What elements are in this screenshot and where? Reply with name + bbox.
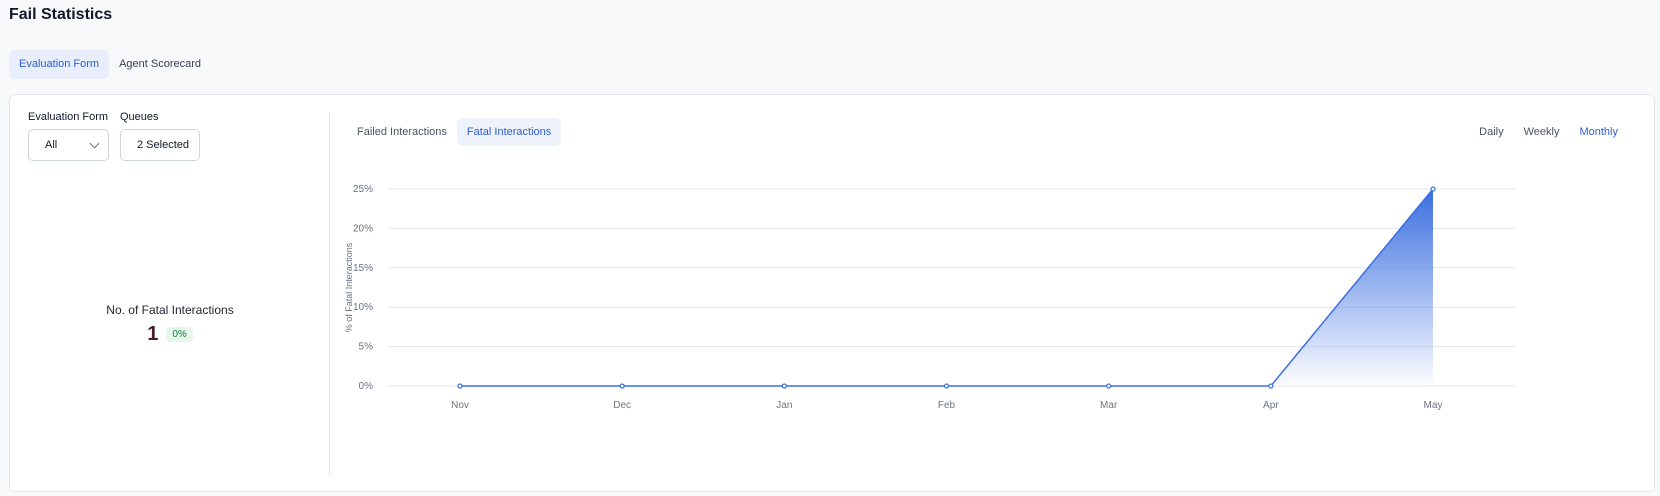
x-tick-label: Dec xyxy=(613,400,631,411)
data-point[interactable] xyxy=(1430,186,1436,192)
evaluation-form-value: All xyxy=(45,139,58,151)
y-tick-label: 15% xyxy=(353,263,373,274)
chart-pane: Failed Interactions Fatal Interactions D… xyxy=(330,95,1654,491)
evaluation-form-select[interactable]: All xyxy=(28,129,109,161)
kpi-title: No. of Fatal Interactions xyxy=(106,303,234,317)
y-tick-label: 25% xyxy=(353,184,373,195)
x-tick-label: Mar xyxy=(1100,400,1118,411)
kpi-value: 1 xyxy=(147,323,159,345)
left-pane: Evaluation Form All Queues 2 Selected No… xyxy=(10,95,330,491)
tab-agent-scorecard[interactable]: Agent Scorecard xyxy=(109,50,211,79)
queues-select[interactable]: 2 Selected xyxy=(120,129,200,161)
x-tick-label: Feb xyxy=(938,400,956,411)
y-tick-label: 0% xyxy=(359,381,374,392)
chevron-down-icon xyxy=(89,138,100,148)
queues-filter: Queues 2 Selected xyxy=(120,111,200,161)
data-point[interactable] xyxy=(1106,383,1112,389)
x-tick-label: Nov xyxy=(451,400,469,411)
x-tick-label: Apr xyxy=(1263,400,1279,411)
top-tabs: Evaluation Form Agent Scorecard xyxy=(9,50,211,79)
evaluation-form-filter: Evaluation Form All xyxy=(28,111,109,161)
data-point[interactable] xyxy=(1268,383,1274,389)
queues-label: Queues xyxy=(120,111,159,123)
fatal-interactions-chart: 0% 5% 10% 15% 20% 25% Nov Dec Jan Feb Mar Apr May % o… xyxy=(344,184,1515,411)
y-tick-label: 5% xyxy=(359,342,374,353)
data-point[interactable] xyxy=(457,383,463,389)
data-point[interactable] xyxy=(943,383,950,389)
tab-evaluation-form[interactable]: Evaluation Form xyxy=(9,50,110,79)
fatal-interactions-kpi: No. of Fatal Interactions 1 0% xyxy=(10,303,330,346)
series-area xyxy=(460,189,1433,386)
queues-value: 2 Selected xyxy=(137,139,189,151)
x-tick-label: May xyxy=(1424,400,1443,411)
data-point[interactable] xyxy=(781,383,787,389)
evaluation-form-label: Evaluation Form xyxy=(28,111,109,123)
y-tick-label: 10% xyxy=(353,302,373,313)
x-tick-label: Jan xyxy=(776,400,792,411)
kpi-change-badge: 0% xyxy=(166,327,193,342)
y-tick-label: 20% xyxy=(353,223,373,234)
data-point[interactable] xyxy=(619,383,625,389)
stats-card: Evaluation Form All Queues 2 Selected No… xyxy=(9,94,1655,492)
y-axis-label: % of Fatal Interactions xyxy=(344,242,354,332)
page-title: Fail Statistics xyxy=(9,6,113,23)
series-line xyxy=(460,188,1434,387)
